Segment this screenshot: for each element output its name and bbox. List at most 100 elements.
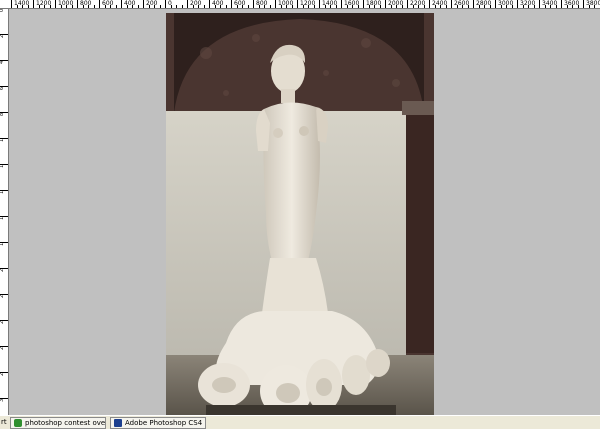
ruler-minor-tick <box>572 5 573 8</box>
ruler-minor-tick <box>500 5 502 8</box>
ruler-minor-tick <box>88 5 89 8</box>
ruler-minor-tick <box>104 5 106 8</box>
ruler-minor-tick <box>418 5 419 8</box>
ruler-minor-tick <box>170 5 172 8</box>
ruler-minor-tick <box>544 5 546 8</box>
ruler-minor-tick <box>313 5 315 8</box>
ruler-minor-tick <box>528 5 529 8</box>
ruler-minor-tick <box>445 5 447 8</box>
ruler-minor-tick <box>467 5 469 8</box>
ruler-minor-tick <box>27 5 29 8</box>
ruler-minor-tick <box>192 5 194 8</box>
ruler-left-label: 1 <box>0 243 8 269</box>
ruler-left-label: 2 <box>0 347 8 373</box>
ruler-left-label: 1 <box>0 191 8 217</box>
ruler-minor-tick <box>176 5 177 8</box>
browser-icon <box>14 419 22 427</box>
ruler-minor-tick <box>577 5 579 8</box>
document-canvas[interactable] <box>9 9 600 415</box>
ruler-minor-tick <box>22 5 23 8</box>
ruler-minor-tick <box>220 5 221 8</box>
photoshop-icon <box>114 419 122 427</box>
start-button-fragment[interactable]: rt <box>1 418 7 426</box>
ruler-minor-tick <box>110 5 111 8</box>
taskbar-item-browser[interactable]: photoshop contest over... <box>10 417 106 429</box>
ruler-minor-tick <box>181 5 183 8</box>
ruler-minor-tick <box>555 5 557 8</box>
ruler-left-label: 2 <box>0 373 8 399</box>
ruler-minor-tick <box>159 5 161 8</box>
ruler-minor-tick <box>198 5 199 8</box>
ruler-minor-tick <box>423 5 425 8</box>
ruler-left-label: 0 <box>0 9 8 35</box>
ruler-minor-tick <box>126 5 128 8</box>
ruler-minor-tick <box>368 5 370 8</box>
ruler-minor-tick <box>203 5 205 8</box>
ruler-minor-tick <box>154 5 155 8</box>
ruler-minor-tick <box>38 5 40 8</box>
ruler-minor-tick <box>93 5 95 8</box>
ruler-minor-tick <box>352 5 353 8</box>
ruler-left-label: 1 <box>0 165 8 191</box>
ruler-top-label: 800 <box>253 0 267 8</box>
ruler-minor-tick <box>401 5 403 8</box>
ruler-minor-tick <box>71 5 73 8</box>
ruler-minor-tick <box>291 5 293 8</box>
ruler-left-label: 2 <box>0 295 8 321</box>
ruler-minor-tick <box>396 5 397 8</box>
ruler-minor-tick <box>137 5 139 8</box>
ruler-top-label: 600 <box>231 0 245 8</box>
ruler-left-label: 8 <box>0 113 8 139</box>
ruler-minor-tick <box>66 5 67 8</box>
ruler-minor-tick <box>335 5 337 8</box>
ruler-minor-tick <box>16 5 18 8</box>
statue-photo <box>166 13 434 415</box>
ruler-minor-tick <box>225 5 227 8</box>
ruler-minor-tick <box>60 5 62 8</box>
ruler-minor-tick <box>511 5 513 8</box>
taskbar-item-photoshop[interactable]: Adobe Photoshop CS4 E... <box>110 417 206 429</box>
ruler-minor-tick <box>489 5 491 8</box>
ruler-minor-tick <box>390 5 392 8</box>
ruler-minor-tick <box>357 5 359 8</box>
ruler-minor-tick <box>550 5 551 8</box>
ruler-minor-tick <box>346 5 348 8</box>
ruler-minor-tick <box>506 5 507 8</box>
ruler-minor-tick <box>434 5 436 8</box>
ruler-top-label: 200 <box>187 0 201 8</box>
ruler-left-label: 6 <box>0 87 8 113</box>
ruler-minor-tick <box>264 5 265 8</box>
ruler-minor-tick <box>374 5 375 8</box>
ruler-minor-tick <box>522 5 524 8</box>
ruler-left-label: 4 <box>0 61 8 87</box>
statue-image <box>166 13 434 415</box>
ruler-left-label: 3 <box>0 399 8 415</box>
ruler-minor-tick <box>115 5 117 8</box>
ruler-minor-tick <box>148 5 150 8</box>
ruler-minor-tick <box>236 5 238 8</box>
ruler-left-label: 2 <box>0 269 8 295</box>
ruler-minor-tick <box>456 5 458 8</box>
ruler-minor-tick <box>280 5 282 8</box>
windows-taskbar: rt photoshop contest over... Adobe Photo… <box>0 415 600 429</box>
left-ruler[interactable]: 0246811111222223 <box>0 9 9 415</box>
ruler-minor-tick <box>49 5 51 8</box>
ruler-minor-tick <box>484 5 485 8</box>
top-ruler[interactable]: 1400 1200 1000 800 600 400 200 0 200 400 600 800 100… <box>0 0 600 9</box>
ruler-minor-tick <box>247 5 249 8</box>
ruler-minor-tick <box>269 5 271 8</box>
ruler-minor-tick <box>44 5 45 8</box>
ruler-top-label: 400 <box>121 0 135 8</box>
ruler-minor-tick <box>302 5 304 8</box>
ruler-minor-tick <box>132 5 133 8</box>
ruler-minor-tick <box>82 5 84 8</box>
ruler-minor-tick <box>258 5 260 8</box>
ruler-minor-tick <box>588 5 590 8</box>
ruler-top-label: 400 <box>209 0 223 8</box>
ruler-minor-tick <box>324 5 326 8</box>
ruler-left-label: 1 <box>0 139 8 165</box>
ruler-minor-tick <box>533 5 535 8</box>
ruler-minor-tick <box>214 5 216 8</box>
ruler-minor-tick <box>330 5 331 8</box>
ruler-top-label: 200 <box>143 0 157 8</box>
